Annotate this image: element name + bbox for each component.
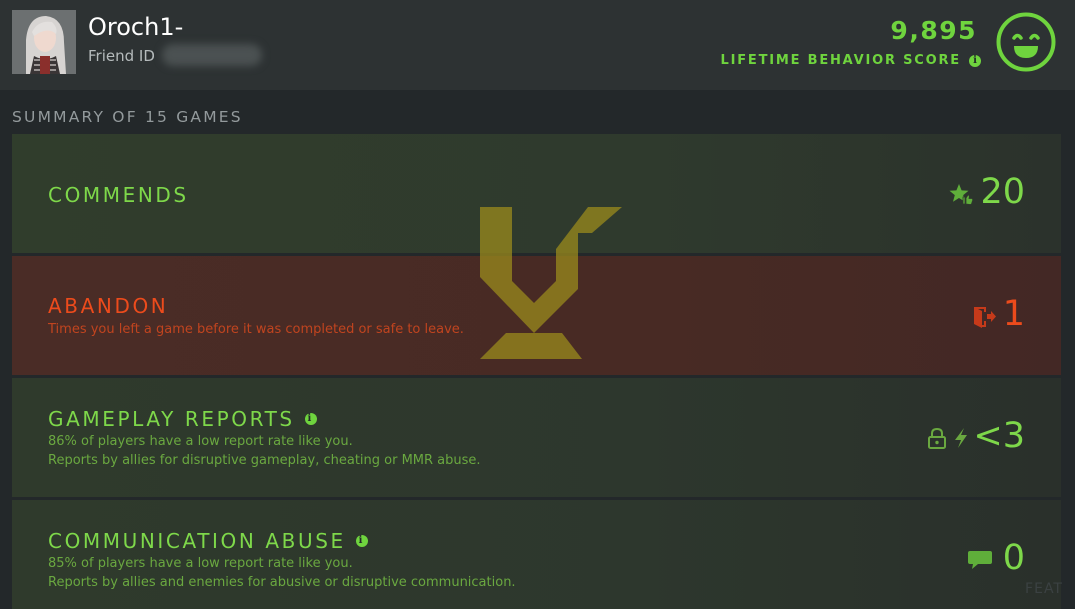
gameplay-reports-description-2: Reports by allies for disruptive gamepla… — [48, 453, 481, 468]
friend-id-value-redacted — [162, 44, 262, 66]
exit-door-icon — [974, 307, 996, 328]
commends-icon-group — [949, 183, 973, 207]
gameplay-reports-title: GAMEPLAY REPORTS — [48, 407, 295, 431]
communication-abuse-value: 0 — [1002, 538, 1025, 578]
abandon-title: ABANDON — [48, 294, 169, 318]
communication-abuse-info-icon[interactable]: i — [355, 535, 368, 547]
abandon-row: ABANDON Times you left a game before it … — [12, 256, 1061, 375]
behavior-score-value: 9,895 — [890, 16, 977, 45]
gameplay-reports-description-1: 86% of players have a low report rate li… — [48, 434, 353, 449]
abandon-icon-group — [973, 306, 997, 328]
gameplay-reports-value: <3 — [973, 416, 1025, 456]
lock-icon — [928, 427, 946, 449]
profile-header: Oroch1- Friend ID 9,895 LIFETIME BEHAVIO… — [0, 0, 1075, 90]
communication-abuse-description-1: 85% of players have a low report rate li… — [48, 556, 353, 571]
commends-row: COMMENDS 20 — [12, 134, 1061, 253]
abandon-description: Times you left a game before it was comp… — [48, 322, 464, 337]
smiley-face-icon — [996, 12, 1056, 72]
communication-abuse-row: COMMUNICATION ABUSE i 85% of players hav… — [12, 500, 1061, 609]
behavior-score-label: LIFETIME BEHAVIOR SCORE — [720, 53, 961, 68]
gameplay-reports-title-group: GAMEPLAY REPORTS i — [48, 407, 317, 431]
lightning-icon — [955, 428, 967, 448]
gameplay-reports-icon-group — [927, 427, 969, 449]
chat-bubble-icon — [968, 551, 992, 569]
commends-title: COMMENDS — [48, 183, 189, 207]
friend-id-label: Friend ID — [88, 47, 155, 65]
commends-value: 20 — [980, 172, 1025, 212]
abandon-value: 1 — [1002, 294, 1025, 334]
behavior-info-icon[interactable]: i — [969, 54, 981, 67]
avatar[interactable] — [12, 10, 76, 74]
communication-abuse-title: COMMUNICATION ABUSE — [48, 529, 346, 553]
behavior-score-label-group: LIFETIME BEHAVIOR SCORE i — [720, 53, 981, 68]
communication-abuse-icon-group — [967, 549, 993, 571]
corner-faded-text: FEAT — [1025, 581, 1063, 597]
gameplay-reports-info-icon[interactable]: i — [304, 413, 317, 425]
player-name: Oroch1- — [88, 13, 184, 41]
communication-abuse-title-group: COMMUNICATION ABUSE i — [48, 529, 368, 553]
summary-title: SUMMARY OF 15 GAMES — [12, 108, 243, 126]
gameplay-reports-row: GAMEPLAY REPORTS i 86% of players have a… — [12, 378, 1061, 497]
communication-abuse-description-2: Reports by allies and enemies for abusiv… — [48, 575, 516, 590]
star-thumbs-up-icon — [949, 184, 973, 205]
